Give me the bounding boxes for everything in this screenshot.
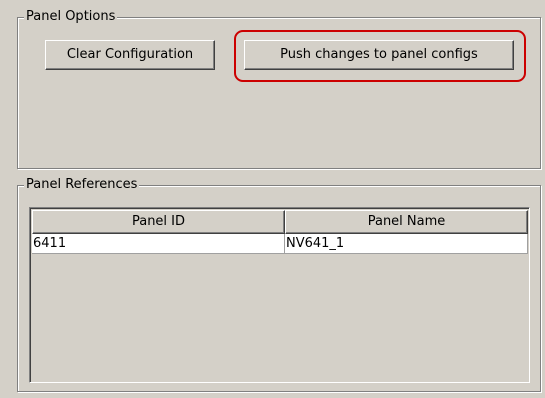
- clear-configuration-button[interactable]: Clear Configuration: [45, 40, 215, 70]
- panel-references-group: Panel References Panel ID Panel Name 641…: [17, 177, 541, 392]
- panel-options-group: Panel Options Clear Configuration Push c…: [17, 9, 541, 169]
- table-row[interactable]: 6411 NV641_1: [32, 234, 528, 254]
- column-header-panel-id[interactable]: Panel ID: [32, 210, 285, 234]
- panel-config-window: Panel Options Clear Configuration Push c…: [0, 0, 545, 398]
- cell-panel-id[interactable]: 6411: [32, 234, 285, 254]
- panel-options-title: Panel Options: [24, 9, 118, 25]
- panel-references-grid[interactable]: Panel ID Panel Name 6411 NV641_1: [29, 207, 530, 383]
- panel-references-title: Panel References: [24, 177, 140, 193]
- push-changes-button[interactable]: Push changes to panel configs: [244, 40, 514, 70]
- column-header-panel-name[interactable]: Panel Name: [285, 210, 528, 234]
- cell-panel-name[interactable]: NV641_1: [285, 234, 528, 254]
- grid-header: Panel ID Panel Name: [32, 210, 528, 234]
